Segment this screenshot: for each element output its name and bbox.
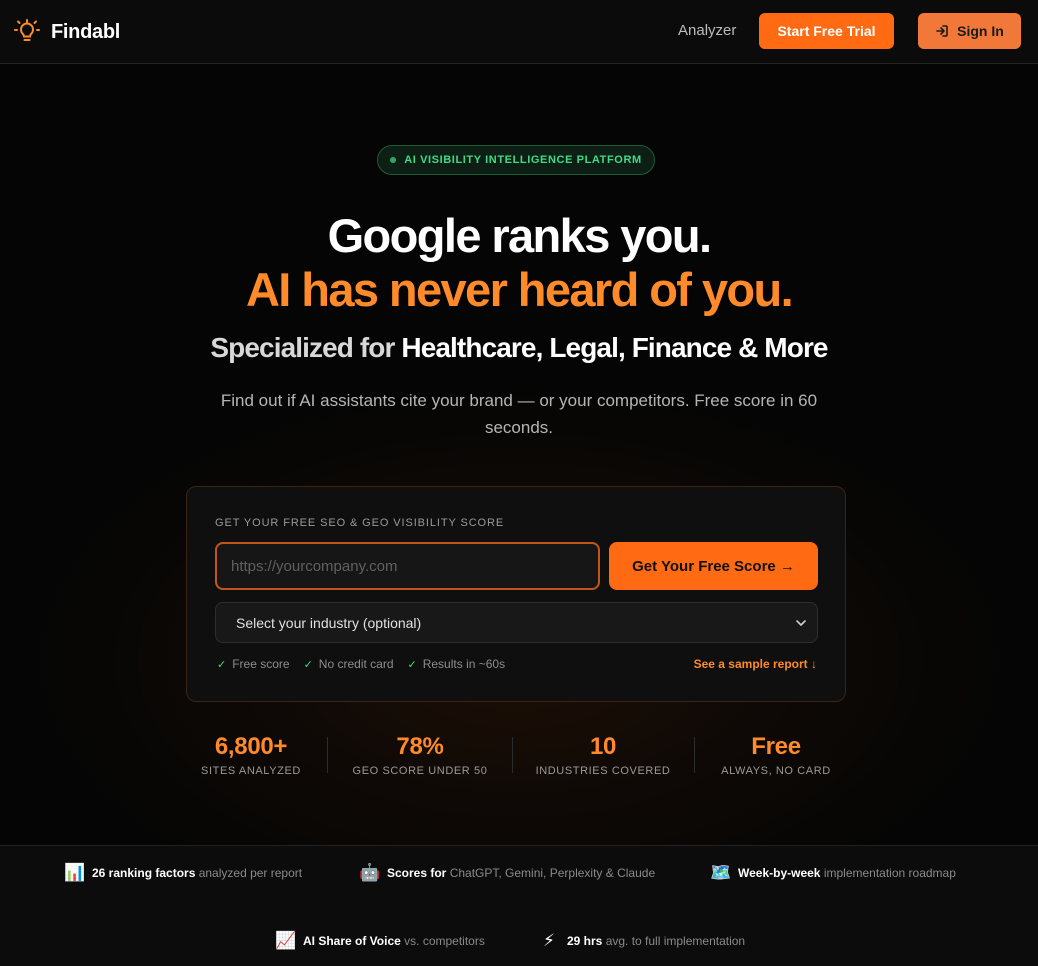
feature-implementation-time: ⚡ 29 hrs avg. to full implementation [539,931,745,951]
get-free-score-label: Get Your Free Score → [632,557,795,575]
chevron-down-icon [796,620,806,626]
start-free-trial-label: Start Free Trial [777,23,876,39]
check-icon: ✓ [217,658,227,671]
stat-divider [327,737,328,773]
subheadline: Specialized for Healthcare, Legal, Finan… [0,332,1038,364]
top-navbar: Findabl Analyzer Start Free Trial Sign I… [0,0,1038,64]
feature-bold: Week-by-week [738,866,821,880]
headline-line-1: Google ranks you. [327,209,712,262]
stat-value: Free [751,733,801,760]
feature-bold: 29 hrs [567,934,603,948]
feature-share-of-voice: 📈 AI Share of Voice vs. competitors [275,931,485,951]
stat-label: GEO SCORE UNDER 50 [352,765,488,777]
benefit-item: ✓ Free score [217,657,290,671]
stat-label: INDUSTRIES COVERED [535,765,671,777]
stat-label: SITES ANALYZED [201,765,301,777]
form-benefits: ✓ Free score ✓ No credit card ✓ Results … [217,657,505,671]
feature-bold: Scores for [387,866,447,880]
feature-muted: avg. to full implementation [602,934,746,948]
industry-select-value: Select your industry (optional) [236,614,422,631]
feature-muted: vs. competitors [400,934,485,948]
platform-badge: AI VISIBILITY INTELLIGENCE PLATFORM [377,145,655,175]
benefit-item: ✓ Results in ~60s [408,657,506,671]
feature-muted: implementation roadmap [820,866,956,880]
feature-bold: AI Share of Voice [303,934,401,948]
trending-up-icon: 📈 [275,931,297,950]
map-icon: 🗺️ [710,863,732,882]
benefit-label: Free score [232,657,290,671]
stat-value: 10 [589,733,617,760]
feature-ai-scores: 🤖 Scores for ChatGPT, Gemini, Perplexity… [359,863,655,883]
feature-muted: ChatGPT, Gemini, Perplexity & Claude [446,866,656,880]
bar-chart-icon: 📊 [64,863,86,882]
lightning-icon: ⚡ [543,931,555,950]
stat-value: 6,800+ [214,733,288,760]
sign-in-label: Sign In [957,23,1004,39]
headline-line-2: AI has never heard of you. [245,263,794,316]
benefit-label: Results in ~60s [422,657,506,671]
website-url-input[interactable] [215,542,600,590]
score-form-card: GET YOUR FREE SEO & GEO VISIBILITY SCORE… [186,486,846,702]
nav-link-analyzer[interactable]: Analyzer [678,22,736,39]
stat-sites-analyzed: 6,800+ SITES ANALYZED [191,733,311,777]
hero-description: Find out if AI assistants cite your bran… [220,391,818,437]
get-free-score-button[interactable]: Get Your Free Score → [609,542,818,590]
stat-divider [694,737,695,773]
stat-divider [512,737,513,773]
feature-roadmap: 🗺️ Week-by-week implementation roadmap [710,863,956,883]
feature-muted: analyzed per report [195,866,303,880]
robot-icon: 🤖 [359,863,381,882]
sign-in-icon [936,25,948,37]
subheadline-industries: Healthcare, Legal, Finance & More [401,332,828,363]
brand-logo[interactable]: Findabl [12,17,120,47]
feature-bold: 26 ranking factors [92,866,196,880]
feature-ranking-factors: 📊 26 ranking factors analyzed per report [64,863,302,883]
stat-industries: 10 INDUSTRIES COVERED [528,733,678,777]
status-dot-icon [390,157,397,163]
platform-badge-label: AI VISIBILITY INTELLIGENCE PLATFORM [404,154,642,166]
sign-in-button[interactable]: Sign In [918,13,1021,49]
check-icon: ✓ [407,658,417,671]
benefit-item: ✓ No credit card [304,657,394,671]
features-strip: 📊 26 ranking factors analyzed per report… [0,845,1038,966]
benefit-label: No credit card [318,657,394,671]
form-label: GET YOUR FREE SEO & GEO VISIBILITY SCORE [215,517,505,529]
sample-report-link[interactable]: See a sample report ↓ [694,657,817,671]
check-icon: ✓ [303,658,313,671]
stat-value: 78% [396,733,444,760]
industry-select[interactable]: Select your industry (optional) [215,602,818,643]
start-free-trial-button[interactable]: Start Free Trial [759,13,894,49]
lightbulb-icon [14,19,40,41]
stat-geo-score: 78% GEO SCORE UNDER 50 [344,733,496,777]
subheadline-prefix: Specialized for [210,332,402,363]
stat-free: Free ALWAYS, NO CARD [712,733,840,777]
stat-label: ALWAYS, NO CARD [721,765,831,777]
brand-name: Findabl [51,20,121,43]
